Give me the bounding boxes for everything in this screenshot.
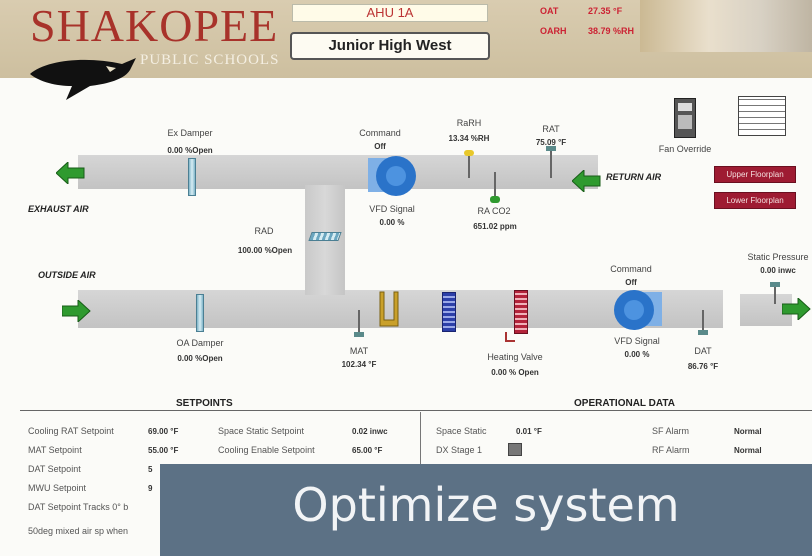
oat-label: OAT — [540, 6, 559, 16]
rarh-label: RaRH — [456, 118, 482, 128]
bas-screen: SHAKOPEE PUBLIC SCHOOLS AHU 1A Junior Hi… — [0, 0, 812, 556]
oa-damper-value: 0.00 %Open — [177, 354, 223, 363]
setpoint-value[interactable]: 9 — [148, 484, 152, 493]
space-static-label: Space Static — [436, 426, 487, 436]
return-fan-icon[interactable] — [364, 152, 420, 198]
setpoint-value[interactable]: 69.00 °F — [148, 427, 178, 436]
return-duct — [78, 155, 598, 189]
section-divider — [20, 410, 812, 411]
rat-value: 75.09 °F — [535, 138, 567, 147]
lower-floorplan-button[interactable]: Lower Floorplan — [714, 192, 796, 209]
header-banner: SHAKOPEE PUBLIC SCHOOLS AHU 1A Junior Hi… — [0, 0, 812, 100]
rat-label: RAT — [542, 124, 560, 134]
setpoint-label: DAT Setpoint Tracks 0° b — [28, 502, 129, 512]
setpoint-value[interactable]: 0.02 inwc — [352, 427, 388, 436]
command-bottom-label: Command — [610, 264, 652, 274]
setpoint-label: MWU Setpoint — [28, 483, 87, 493]
rad-value: 100.00 %Open — [237, 246, 293, 255]
dat-sensor-icon — [698, 330, 708, 335]
oarh-value: 38.79 %RH — [588, 26, 635, 36]
ra-co2-sensor-icon — [490, 196, 500, 203]
setpoint-label: MAT Setpoint — [28, 445, 82, 455]
return-arrow-icon — [572, 170, 601, 192]
ra-co2-sensor-stem — [494, 172, 496, 198]
command-top-label: Command — [359, 128, 401, 138]
vfd-bottom-value: 0.00 % — [624, 350, 650, 359]
static-pressure-icon — [770, 282, 780, 287]
sf-alarm-value: Normal — [734, 427, 762, 436]
rarh-value: 13.34 %RH — [448, 134, 490, 143]
oa-damper-icon[interactable] — [196, 294, 204, 332]
dx-stage-label: DX Stage 1 — [436, 445, 483, 455]
rad-label: RAD — [254, 226, 274, 236]
fan-override-label: Fan Override — [658, 144, 712, 154]
static-pressure-value: 0.00 inwc — [760, 266, 796, 275]
dat-sensor-stem — [702, 310, 704, 332]
setpoint-label: 50deg mixed air sp when — [28, 526, 129, 536]
ex-damper-icon[interactable] — [188, 158, 196, 196]
heating-valve-value: 0.00 % Open — [491, 368, 539, 377]
exhaust-air-label: EXHAUST AIR — [28, 204, 89, 214]
ex-damper-label: Ex Damper — [167, 128, 213, 138]
vfd-top-value: 0.00 % — [379, 218, 405, 227]
rat-sensor-stem — [550, 148, 552, 178]
rarh-sensor-icon — [464, 150, 474, 156]
ex-damper-value: 0.00 %Open — [167, 146, 213, 155]
operational-title: OPERATIONAL DATA — [574, 398, 675, 409]
vfd-bottom-label: VFD Signal — [614, 336, 660, 346]
ra-co2-value: 651.02 ppm — [473, 222, 517, 231]
supply-arrow-icon — [782, 298, 811, 320]
rf-alarm-value: Normal — [734, 446, 762, 455]
outside-air-label: OUTSIDE AIR — [38, 270, 96, 280]
sf-alarm-label: SF Alarm — [652, 426, 690, 436]
command-bottom-value: Off — [625, 278, 637, 287]
static-pressure-label: Static Pressure — [747, 252, 809, 262]
mat-sensor-stem — [358, 310, 360, 334]
dat-label: DAT — [694, 346, 712, 356]
caption-overlay: Optimize system — [160, 464, 812, 556]
brand-subtitle: PUBLIC SCHOOLS — [140, 52, 280, 68]
static-pressure-stem — [774, 284, 776, 304]
heating-valve-icon[interactable] — [505, 332, 515, 342]
setpoint-value[interactable]: 5 — [148, 465, 152, 474]
rf-alarm-label: RF Alarm — [652, 445, 690, 455]
setpoint-value[interactable]: 55.00 °F — [148, 446, 178, 455]
oarh-label: OARH — [540, 26, 567, 36]
setpoint-label: Cooling Enable Setpoint — [218, 445, 315, 455]
space-static-value: 0.01 °F — [516, 427, 542, 436]
filter-icon — [379, 291, 399, 327]
command-top-value: Off — [374, 142, 386, 151]
mat-label: MAT — [349, 346, 369, 356]
mat-value: 102.34 °F — [341, 360, 377, 369]
oat-value: 27.35 °F — [588, 6, 623, 16]
caption-text: Optimize system — [292, 478, 680, 532]
heating-coil-icon — [514, 290, 528, 334]
exhaust-arrow-icon — [56, 162, 85, 184]
setpoint-value[interactable]: 65.00 °F — [352, 446, 382, 455]
unit-selector[interactable]: AHU 1A — [292, 4, 488, 22]
fan-override-icon[interactable] — [674, 98, 696, 138]
mat-sensor-icon — [354, 332, 364, 337]
upper-floorplan-button[interactable]: Upper Floorplan — [714, 166, 796, 183]
vfd-top-label: VFD Signal — [369, 204, 415, 214]
heating-valve-label: Heating Valve — [487, 352, 543, 362]
ahu-diagram: Ex Damper 0.00 %Open Command Off VFD Sig… — [20, 80, 812, 400]
rad-damper-icon[interactable] — [308, 232, 342, 241]
cooling-coil-icon — [442, 292, 456, 332]
header-photo — [640, 0, 812, 52]
site-name: Junior High West — [290, 32, 490, 60]
return-air-label: RETURN AIR — [606, 172, 662, 182]
setpoints-title: SETPOINTS — [176, 398, 233, 409]
setpoint-label: Space Static Setpoint — [218, 426, 305, 436]
ra-co2-label: RA CO2 — [477, 206, 511, 216]
oa-damper-label: OA Damper — [176, 338, 224, 348]
brand-title: SHAKOPEE — [30, 0, 279, 51]
setpoint-label: Cooling RAT Setpoint — [28, 426, 114, 436]
outside-air-arrow-icon — [62, 300, 91, 322]
setpoint-label: DAT Setpoint — [28, 464, 81, 474]
dx-stage-indicator-icon — [508, 443, 522, 456]
dat-value: 86.76 °F — [687, 362, 719, 371]
schedule-grid-icon[interactable] — [738, 96, 786, 136]
supply-fan-icon[interactable] — [608, 286, 666, 332]
